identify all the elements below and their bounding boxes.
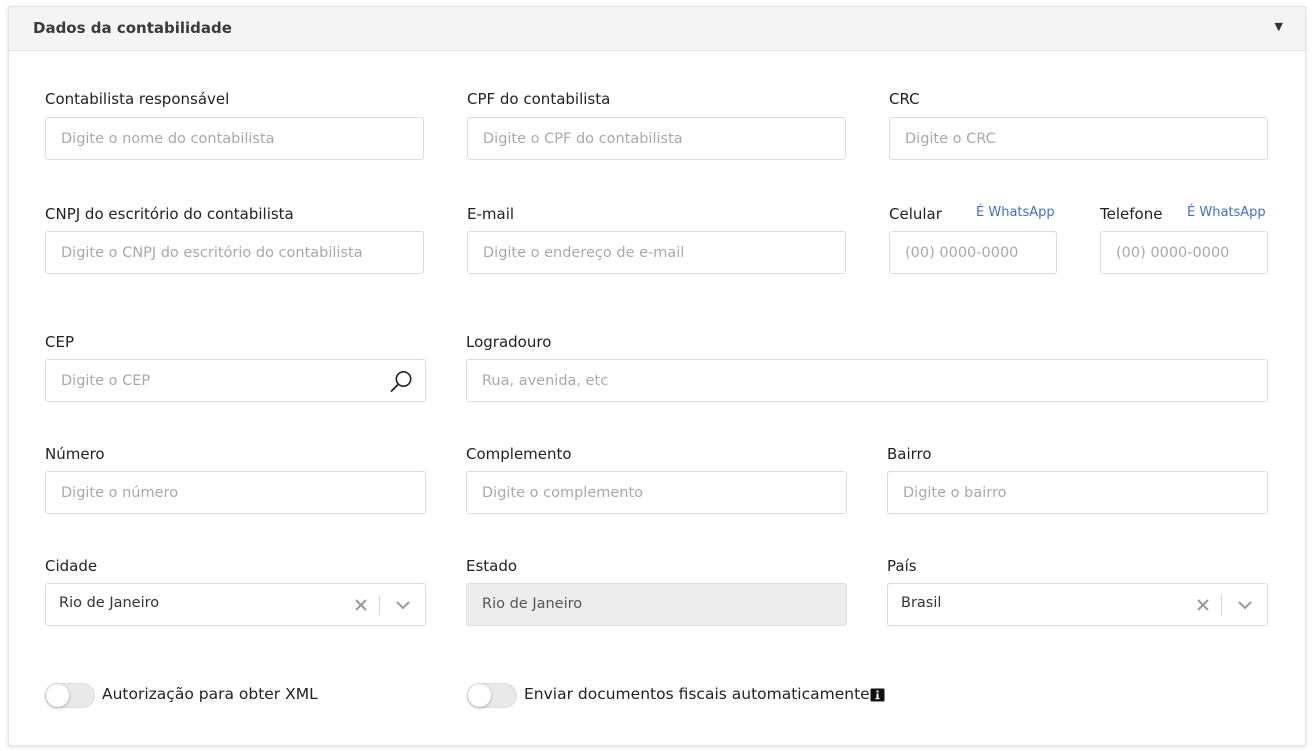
contabilista-input[interactable] — [46, 118, 423, 159]
numero-field[interactable] — [45, 471, 426, 514]
telefone-label: Telefone — [1100, 205, 1163, 223]
pais-select[interactable]: Brasil — [887, 583, 1268, 626]
email-field[interactable] — [467, 231, 846, 274]
cidade-label: Cidade — [45, 557, 98, 575]
info-icon[interactable] — [870, 688, 885, 702]
bairro-label: Bairro — [887, 445, 932, 463]
contabilista-label: Contabilista responsável — [45, 90, 230, 108]
cpf-input[interactable] — [468, 118, 845, 159]
celular-field[interactable] — [889, 231, 1057, 274]
envio-toggle-knob — [468, 684, 491, 707]
telefone-field[interactable] — [1100, 231, 1268, 274]
pais-chevron-down-icon[interactable] — [1235, 595, 1255, 615]
contabilista-field[interactable] — [45, 117, 424, 160]
crc-input[interactable] — [890, 118, 1267, 159]
cnpj-label: CNPJ do escritório do contabilista — [45, 205, 294, 223]
xml-toggle[interactable] — [45, 683, 95, 708]
crc-field[interactable] — [889, 117, 1268, 160]
cidade-select[interactable]: Rio de Janeiro — [45, 583, 426, 626]
cep-label: CEP — [45, 333, 74, 351]
bairro-field[interactable] — [887, 471, 1268, 514]
cpf-label: CPF do contabilista — [467, 90, 611, 108]
panel-title: Dados da contabilidade — [33, 19, 232, 37]
xml-toggle-knob — [46, 684, 69, 707]
cnpj-field[interactable] — [45, 231, 424, 274]
cidade-separator — [379, 595, 380, 615]
estado-label: Estado — [466, 557, 518, 575]
cnpj-input[interactable] — [46, 232, 423, 273]
cidade-selected-value: Rio de Janeiro — [59, 595, 160, 611]
pais-label: País — [887, 557, 917, 575]
celular-input[interactable] — [890, 232, 1056, 273]
envio-toggle[interactable] — [467, 683, 517, 708]
pais-separator — [1221, 595, 1222, 615]
complemento-field[interactable] — [466, 471, 847, 514]
estado-value: Rio de Janeiro — [482, 596, 583, 612]
envio-toggle-label: Enviar documentos fiscais automaticament… — [524, 685, 870, 703]
celular-whatsapp-link[interactable]: É WhatsApp — [976, 205, 1055, 220]
cep-input[interactable] — [46, 360, 425, 401]
pais-clear-icon[interactable] — [1195, 595, 1211, 615]
collapse-caret-icon[interactable]: ▼ — [1275, 20, 1283, 33]
numero-label: Número — [45, 445, 105, 463]
cep-field[interactable] — [45, 359, 426, 402]
numero-input[interactable] — [46, 472, 425, 513]
bairro-input[interactable] — [888, 472, 1267, 513]
cpf-field[interactable] — [467, 117, 846, 160]
complemento-input[interactable] — [467, 472, 846, 513]
panel-header[interactable]: Dados da contabilidade ▼ — [9, 7, 1305, 51]
crc-label: CRC — [889, 90, 920, 108]
email-label: E-mail — [467, 205, 515, 223]
search-icon[interactable] — [388, 369, 414, 395]
cidade-chevron-down-icon[interactable] — [393, 595, 413, 615]
pais-selected-value: Brasil — [901, 595, 942, 611]
complemento-label: Complemento — [466, 445, 572, 463]
estado-field: Rio de Janeiro — [466, 583, 847, 626]
email-input[interactable] — [468, 232, 845, 273]
cidade-clear-icon[interactable] — [353, 595, 369, 615]
logradouro-input[interactable] — [467, 360, 1267, 401]
telefone-whatsapp-link[interactable]: É WhatsApp — [1187, 205, 1266, 220]
telefone-input[interactable] — [1101, 232, 1267, 273]
logradouro-field[interactable] — [466, 359, 1268, 402]
xml-toggle-label: Autorização para obter XML — [102, 685, 318, 703]
celular-label: Celular — [889, 205, 942, 223]
logradouro-label: Logradouro — [466, 333, 552, 351]
